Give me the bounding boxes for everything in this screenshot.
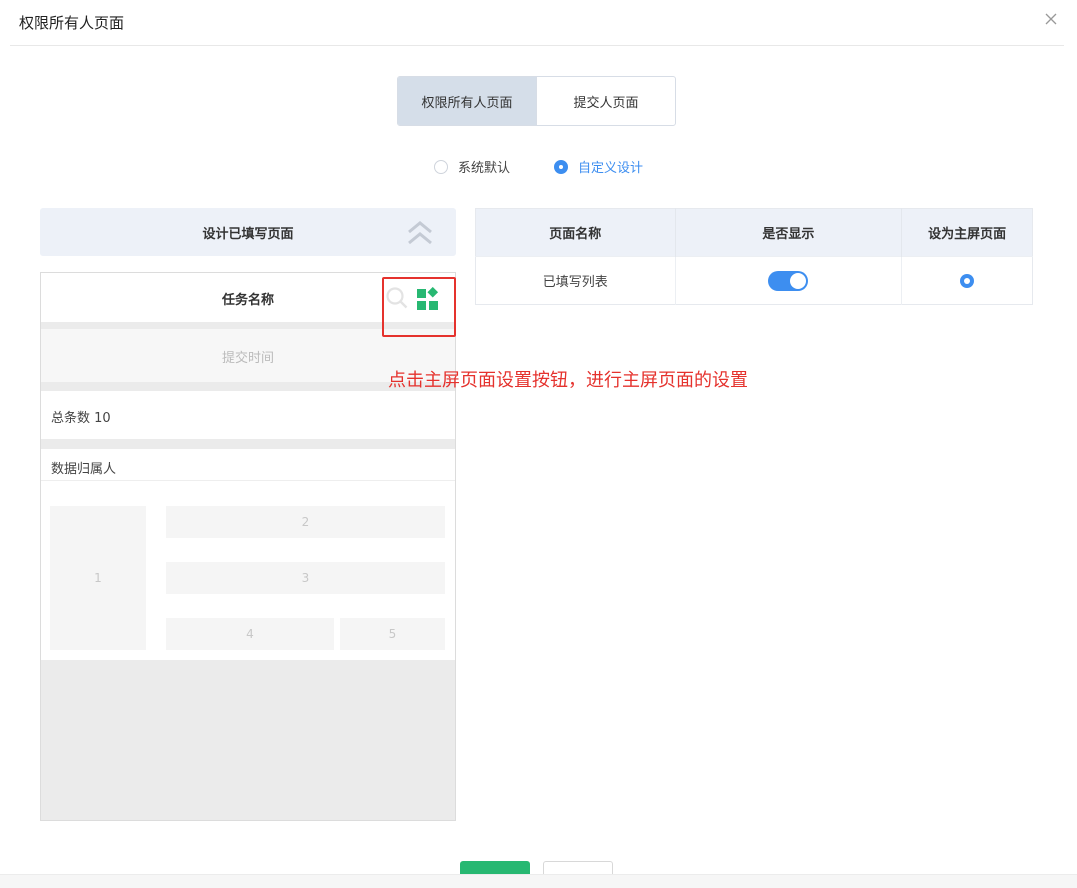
radio-label: 系统默认: [458, 161, 511, 176]
preview-owner-block: 数据归属人 1 2 3 4 5: [41, 449, 455, 660]
tab-owner-page[interactable]: 权限所有人页面: [398, 77, 536, 125]
close-icon[interactable]: [1043, 11, 1059, 27]
confirm-button[interactable]: [460, 861, 530, 875]
tab-submitter-page[interactable]: 提交人页面: [536, 77, 675, 125]
annotation-text: 点击主屏页面设置按钮，进行主屏页面的设置: [388, 370, 748, 391]
cell-show: [675, 256, 903, 305]
design-panel-header: 设计已填写页面: [40, 208, 456, 256]
double-chevron-up-icon[interactable]: [406, 219, 434, 247]
cell-page-name: 已填写列表: [475, 256, 676, 305]
radio-checked-icon: [554, 159, 569, 174]
page-settings-table: 页面名称 是否显示 设为主屏页面 已填写列表: [475, 208, 1033, 305]
show-toggle-switch[interactable]: [768, 270, 809, 291]
preview-owner-label: 数据归属人: [51, 462, 117, 477]
home-page-radio[interactable]: [960, 273, 975, 288]
preview-total-count: 总条数 10: [51, 411, 111, 426]
dialog-title: 权限所有人页面: [19, 14, 125, 32]
page-preview: 任务名称 提交时间 总条数 10 数据归属人 1 2 3 4 5: [40, 272, 456, 821]
design-panel-title: 设计已填写页面: [202, 227, 294, 242]
col-header-page-name: 页面名称: [475, 208, 676, 257]
cell-home-page: [901, 256, 1033, 305]
annotation-highlight-box: [382, 277, 456, 337]
layout-cell-4: 4: [166, 618, 334, 650]
preview-total-row: 总条数 10: [41, 391, 455, 439]
table-header-row: 页面名称 是否显示 设为主屏页面: [475, 208, 1033, 257]
layout-cell-1: 1: [50, 506, 146, 650]
layout-cell-2: 2: [166, 506, 445, 538]
radio-unchecked-icon: [434, 159, 448, 174]
dialog-footer: [0, 874, 1077, 888]
dialog-header: 权限所有人页面: [10, 0, 1064, 46]
radio-label: 自定义设计: [578, 161, 644, 176]
layout-cell-3: 3: [166, 562, 445, 594]
page-tabs: 权限所有人页面 提交人页面: [397, 76, 676, 126]
layout-cell-5: 5: [340, 618, 445, 650]
mode-radio-group: 系统默认 自定义设计: [434, 157, 643, 176]
preview-submit-time: 提交时间: [221, 351, 274, 366]
cancel-button[interactable]: [543, 861, 613, 875]
preview-owner-row: 数据归属人: [41, 449, 455, 481]
radio-custom-design[interactable]: 自定义设计: [554, 157, 643, 176]
table-row: 已填写列表: [475, 256, 1033, 305]
col-header-show: 是否显示: [675, 208, 903, 257]
radio-system-default[interactable]: 系统默认: [434, 157, 510, 176]
col-header-home-page: 设为主屏页面: [901, 208, 1033, 257]
